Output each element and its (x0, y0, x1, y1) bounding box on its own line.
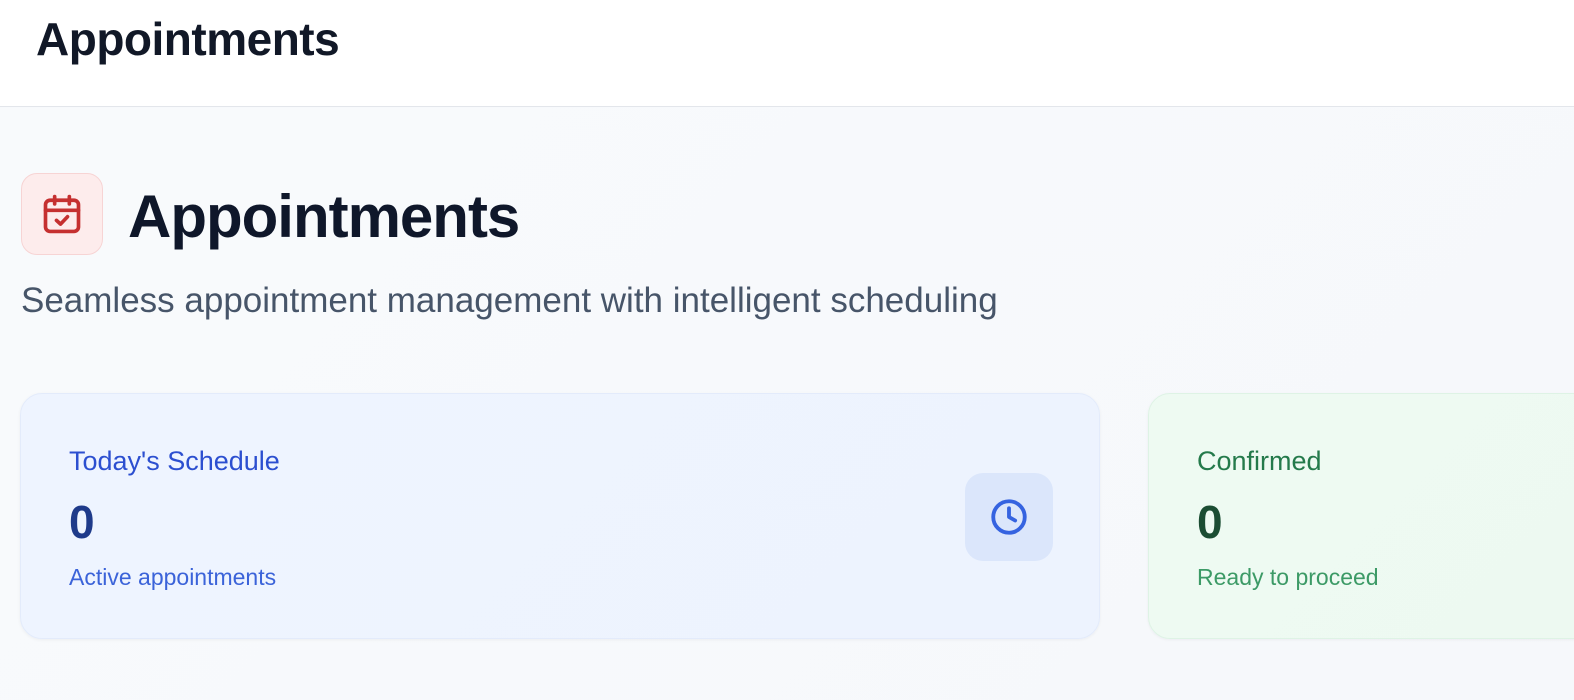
clock-icon (991, 499, 1027, 535)
todays-schedule-count: 0 (69, 496, 95, 548)
page-subtitle: Seamless appointment management with int… (21, 281, 998, 320)
todays-schedule-card[interactable]: Today's Schedule 0 Active appointments (20, 393, 1100, 639)
page-title: Appointments (128, 183, 520, 250)
clock-icon-container (965, 473, 1053, 561)
todays-schedule-caption: Active appointments (69, 564, 277, 590)
confirmed-count: 0 (1197, 496, 1223, 548)
calendar-check-icon (43, 194, 81, 234)
hero-icon-container (21, 173, 103, 255)
top-bar-title: Appointments (36, 13, 340, 65)
main-content: Appointments Seamless appointment manage… (0, 108, 1574, 700)
todays-schedule-label: Today's Schedule (69, 446, 280, 476)
confirmed-label: Confirmed (1197, 446, 1322, 476)
top-bar: Appointments (0, 0, 1574, 107)
confirmed-card[interactable]: Confirmed 0 Ready to proceed (1148, 393, 1574, 639)
confirmed-caption: Ready to proceed (1197, 564, 1379, 590)
